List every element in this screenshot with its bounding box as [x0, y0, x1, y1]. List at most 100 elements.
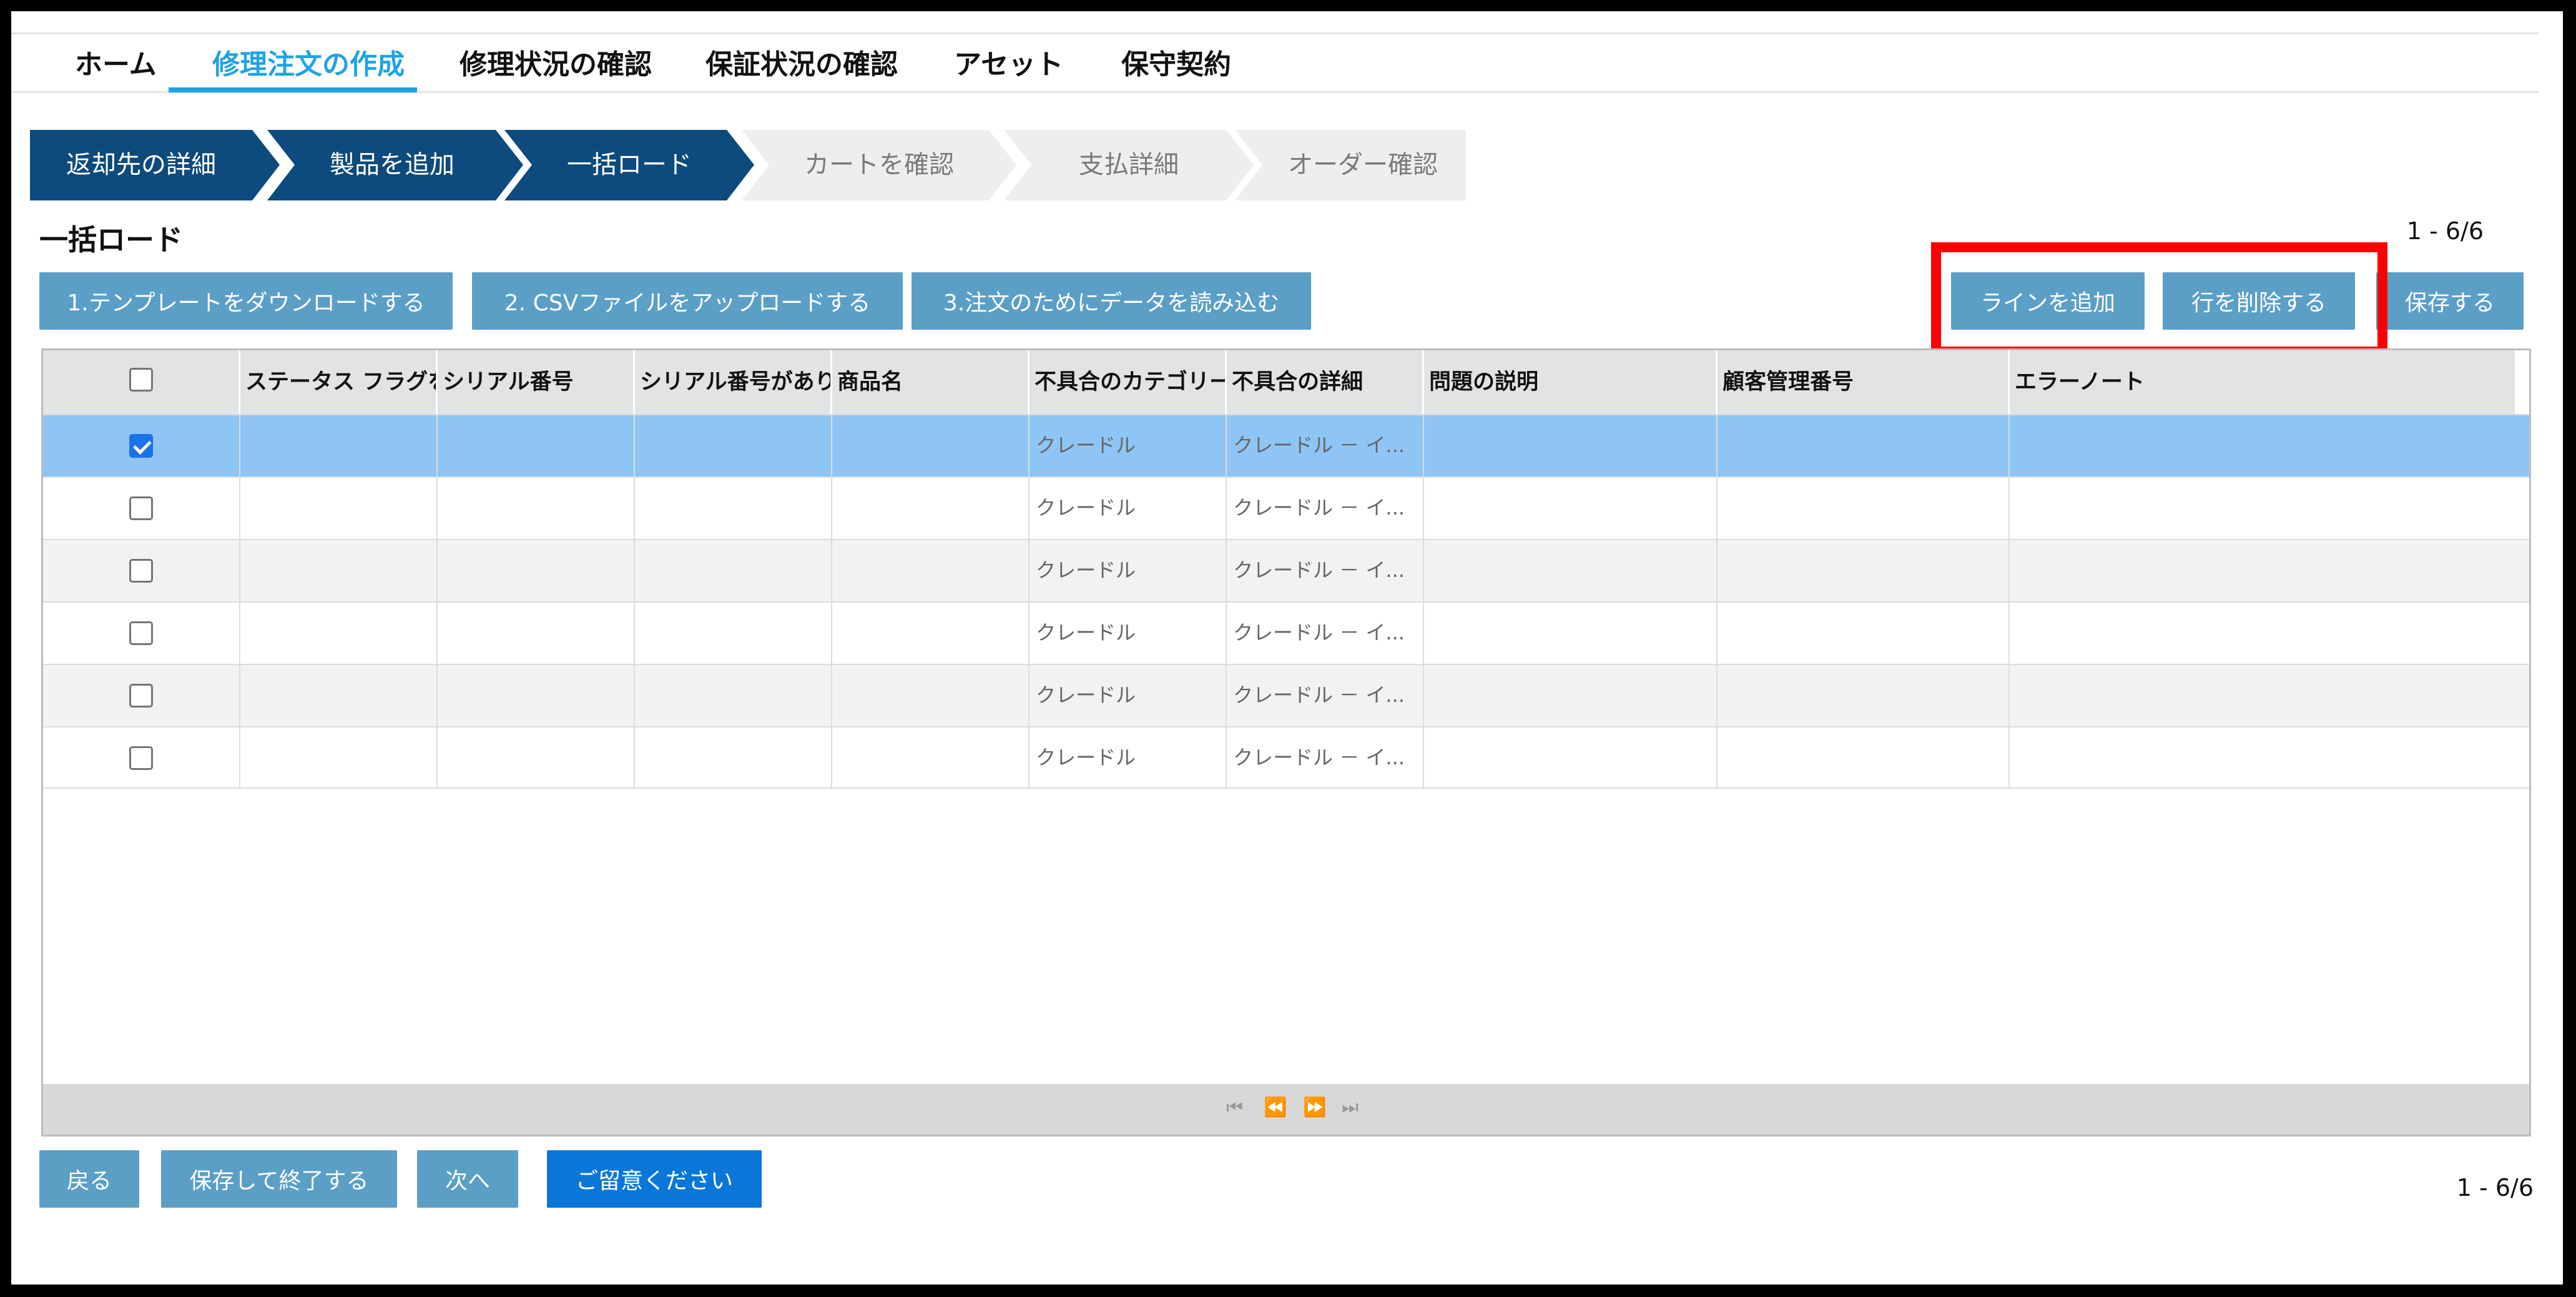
tab-repair-status[interactable]: 修理状況の確認	[460, 39, 652, 91]
step-order-confirmation[interactable]: オーダー確認	[1235, 130, 1466, 200]
product-name-cell[interactable]	[832, 415, 1030, 476]
column-header-customer-reference[interactable]: 顧客管理番号	[1718, 350, 2010, 414]
download-template-button[interactable]: 1.テンプレートをダウンロードする	[39, 272, 453, 330]
column-header-status-flag[interactable]: ステータス フラグを	[240, 350, 438, 414]
table-row[interactable]: クレードル クレードル － イ...	[43, 539, 2529, 601]
column-header-serial-number[interactable]: シリアル番号	[438, 350, 635, 414]
defect-detail-cell[interactable]: クレードル － イ...	[1227, 540, 1424, 601]
problem-description-cell[interactable]	[1424, 478, 1718, 539]
row-checkbox[interactable]	[129, 746, 153, 770]
highlight-annotation-box	[1931, 242, 2387, 357]
serial-number-cell[interactable]	[438, 727, 635, 787]
has-serial-cell[interactable]	[635, 415, 832, 476]
tab-home[interactable]: ホーム	[75, 39, 157, 91]
row-checkbox[interactable]	[129, 496, 153, 520]
tab-maintenance-contracts[interactable]: 保守契約	[1121, 39, 1231, 91]
serial-number-cell[interactable]	[438, 478, 635, 539]
tab-create-repair-order[interactable]: 修理注文の作成	[212, 39, 405, 91]
step-payment-details[interactable]: 支払詳細	[1004, 130, 1254, 200]
first-page-icon[interactable]: ⏮	[1226, 1097, 1243, 1118]
column-header-product-name[interactable]: 商品名	[832, 350, 1030, 414]
tab-assets[interactable]: アセット	[954, 39, 1063, 91]
defect-detail-cell[interactable]: クレードル － イ...	[1227, 415, 1424, 476]
row-checkbox[interactable]	[129, 621, 153, 645]
defect-category-cell[interactable]: クレードル	[1030, 540, 1227, 601]
defect-detail-cell[interactable]: クレードル － イ...	[1227, 478, 1424, 539]
next-page-icon[interactable]: ⏩	[1303, 1097, 1326, 1118]
problem-description-cell[interactable]	[1424, 665, 1718, 726]
step-review-cart[interactable]: カートを確認	[742, 130, 1016, 200]
product-name-cell[interactable]	[832, 540, 1030, 601]
next-button[interactable]: 次へ	[417, 1150, 518, 1208]
has-serial-cell[interactable]	[635, 478, 832, 539]
table-row[interactable]: クレードル クレードル － イ...	[43, 726, 2529, 789]
step-add-product[interactable]: 製品を追加	[267, 130, 523, 200]
status-flag-cell[interactable]	[240, 478, 438, 539]
product-name-cell[interactable]	[832, 478, 1030, 539]
problem-description-cell[interactable]	[1424, 415, 1718, 476]
has-serial-cell[interactable]	[635, 727, 832, 787]
problem-description-cell[interactable]	[1424, 540, 1718, 601]
customer-reference-cell[interactable]	[1718, 415, 2010, 476]
save-button[interactable]: 保存する	[2376, 272, 2524, 330]
product-name-cell[interactable]	[832, 727, 1030, 787]
back-button[interactable]: 戻る	[39, 1150, 139, 1208]
defect-category-cell[interactable]: クレードル	[1030, 665, 1227, 726]
customer-reference-cell[interactable]	[1718, 727, 2010, 787]
error-note-cell	[2010, 540, 2529, 601]
save-and-exit-button[interactable]: 保存して終了する	[161, 1150, 397, 1208]
column-header-defect-detail[interactable]: 不具合の詳細	[1227, 350, 1424, 414]
customer-reference-cell[interactable]	[1718, 540, 2010, 601]
notice-button[interactable]: ご留意ください	[547, 1150, 762, 1208]
defect-category-cell[interactable]: クレードル	[1030, 415, 1227, 476]
column-header-problem-description[interactable]: 問題の説明	[1424, 350, 1718, 414]
row-select-cell	[43, 540, 240, 601]
table-row[interactable]: クレードル クレードル － イ...	[43, 664, 2529, 726]
upload-csv-button[interactable]: 2. CSVファイルをアップロードする	[472, 272, 903, 330]
defect-category-cell[interactable]: クレードル	[1030, 727, 1227, 787]
defect-category-cell[interactable]: クレードル	[1030, 603, 1227, 664]
column-header-defect-category[interactable]: 不具合のカテゴリー	[1030, 350, 1227, 414]
record-count-top: 1 - 6/6	[2406, 217, 2484, 245]
defect-category-cell[interactable]: クレードル	[1030, 478, 1227, 539]
serial-number-cell[interactable]	[438, 540, 635, 601]
problem-description-cell[interactable]	[1424, 727, 1718, 787]
has-serial-cell[interactable]	[635, 665, 832, 726]
select-all-checkbox[interactable]	[129, 368, 153, 392]
defect-detail-cell[interactable]: クレードル － イ...	[1227, 603, 1424, 664]
step-bulk-load[interactable]: 一括ロード	[504, 130, 754, 200]
defect-detail-cell[interactable]: クレードル － イ...	[1227, 665, 1424, 726]
product-name-cell[interactable]	[832, 603, 1030, 664]
tab-warranty-status[interactable]: 保証状況の確認	[705, 39, 898, 91]
customer-reference-cell[interactable]	[1718, 478, 2010, 539]
status-flag-cell[interactable]	[240, 665, 438, 726]
step-label: 一括ロード	[567, 150, 692, 179]
row-checkbox[interactable]	[129, 559, 153, 583]
table-row[interactable]: クレードル クレードル － イ...	[43, 476, 2529, 539]
customer-reference-cell[interactable]	[1718, 665, 2010, 726]
status-flag-cell[interactable]	[240, 540, 438, 601]
serial-number-cell[interactable]	[438, 603, 635, 664]
prev-page-icon[interactable]: ⏪	[1264, 1097, 1287, 1118]
status-flag-cell[interactable]	[240, 727, 438, 787]
has-serial-cell[interactable]	[635, 603, 832, 664]
customer-reference-cell[interactable]	[1718, 603, 2010, 664]
problem-description-cell[interactable]	[1424, 603, 1718, 664]
status-flag-cell[interactable]	[240, 603, 438, 664]
status-flag-cell[interactable]	[240, 415, 438, 476]
row-checkbox[interactable]	[129, 684, 153, 708]
defect-detail-cell[interactable]: クレードル － イ...	[1227, 727, 1424, 787]
serial-number-cell[interactable]	[438, 415, 635, 476]
row-select-cell	[43, 727, 240, 787]
table-row[interactable]: クレードル クレードル － イ...	[43, 601, 2529, 664]
step-return-details[interactable]: 返却先の詳細	[30, 130, 280, 200]
has-serial-cell[interactable]	[635, 540, 832, 601]
row-checkbox[interactable]	[129, 434, 153, 458]
column-header-has-serial[interactable]: シリアル番号があり	[635, 350, 832, 414]
table-row[interactable]: クレードル クレードル － イ...	[43, 414, 2529, 476]
serial-number-cell[interactable]	[438, 665, 635, 726]
load-data-button[interactable]: 3.注文のためにデータを読み込む	[912, 272, 1311, 330]
product-name-cell[interactable]	[832, 665, 1030, 726]
last-page-icon[interactable]: ⏭	[1342, 1097, 1359, 1118]
column-header-error-note[interactable]: エラーノート	[2010, 350, 2517, 414]
